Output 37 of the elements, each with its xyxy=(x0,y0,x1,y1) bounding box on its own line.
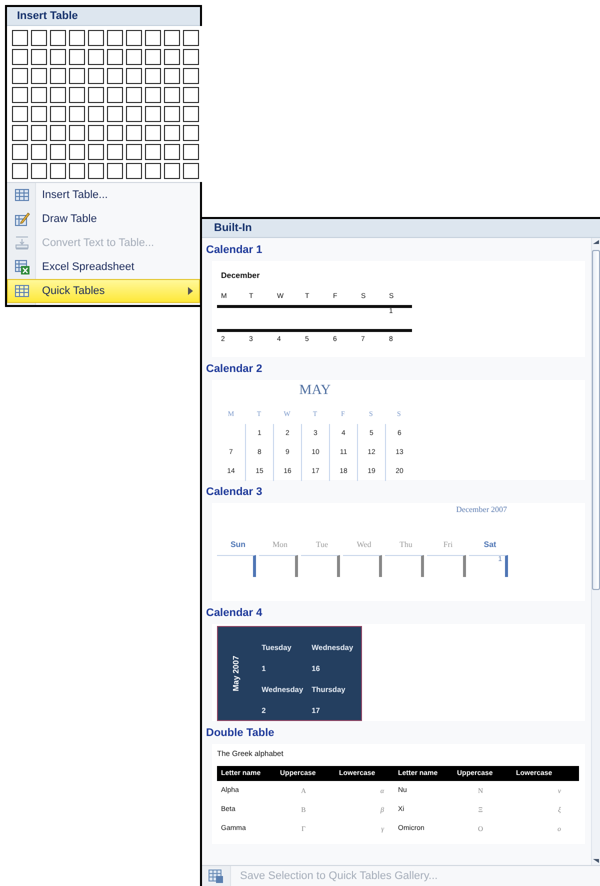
table-icon xyxy=(14,283,30,299)
section-title: Calendar 2 xyxy=(206,362,264,377)
spreadsheet-icon xyxy=(14,259,30,275)
date-cell xyxy=(259,555,298,577)
day-label: Mon xyxy=(271,539,289,551)
section-title: Double Table xyxy=(206,726,276,741)
day-label: Tue xyxy=(314,539,330,551)
table-size-grid[interactable] xyxy=(7,26,204,182)
month-label: MAY xyxy=(298,383,332,400)
gallery-header: Built-In xyxy=(202,219,600,238)
menu-header: Insert Table xyxy=(7,7,200,26)
scroll-thumb[interactable] xyxy=(592,250,600,590)
section-title: Calendar 4 xyxy=(206,606,264,621)
day-label: Sun xyxy=(229,539,247,551)
menu-item[interactable]: Insert Table... xyxy=(7,183,200,207)
month-label: May 2007 xyxy=(231,656,240,692)
day-label: Wed xyxy=(356,539,372,551)
date-cell xyxy=(217,555,256,577)
section-title: Calendar 3 xyxy=(206,485,264,500)
menu-item[interactable]: Draw Table xyxy=(7,207,200,231)
scrollbar[interactable] xyxy=(591,238,600,865)
date-cell xyxy=(385,555,424,577)
date-cell xyxy=(301,555,340,577)
date-cell xyxy=(343,555,382,577)
day-label: Thu xyxy=(398,539,414,551)
day-label: Fri xyxy=(442,539,454,551)
menu-item[interactable]: Quick Tables xyxy=(7,279,200,303)
menu-item[interactable]: Excel Spreadsheet xyxy=(7,255,200,279)
day-label: Sat xyxy=(482,539,498,551)
date-cell xyxy=(427,555,466,577)
section-title: Calendar 1 xyxy=(206,243,264,258)
month-label: December 2007 xyxy=(456,505,507,516)
table-save-icon xyxy=(208,868,224,884)
month-label: December xyxy=(221,271,261,282)
convert-icon xyxy=(14,235,30,251)
table-icon xyxy=(14,187,30,203)
pencil-table-icon xyxy=(14,211,30,227)
